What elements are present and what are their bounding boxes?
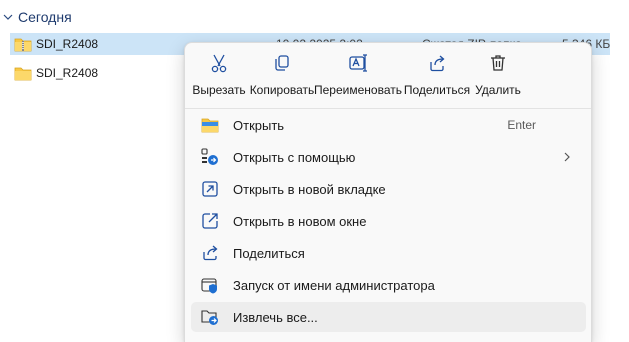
share-icon [200, 243, 220, 263]
menu-item-label: Открыть [233, 117, 285, 133]
menu-item-label: Поделиться [233, 245, 305, 261]
menu-item-label: Открыть в новом окне [233, 213, 367, 229]
new-tab-icon [200, 179, 220, 199]
zip-folder-icon [14, 36, 32, 52]
chevron-down-icon[interactable] [2, 11, 14, 23]
rename-label: Переименовать [314, 83, 402, 97]
copy-icon [272, 51, 292, 75]
context-menu: Вырезать Копировать Переименовать Подели… [184, 42, 592, 342]
rename-button[interactable]: Переименовать [313, 49, 403, 99]
delete-label: Удалить [475, 83, 521, 97]
folder-icon [14, 65, 32, 81]
new-window-icon [200, 211, 220, 231]
admin-shield-icon [200, 275, 220, 295]
chevron-right-icon [562, 151, 572, 166]
rename-icon [348, 51, 368, 75]
delete-button[interactable]: Удалить [471, 49, 525, 99]
open-with-icon [200, 147, 220, 167]
scissors-icon [209, 51, 229, 75]
menu-item-open-new-window[interactable]: Открыть в новом окне [191, 206, 586, 236]
menu-item-run-as-admin[interactable]: Запуск от имени администратора [191, 270, 586, 300]
toolbar-divider [185, 108, 591, 109]
cut-button[interactable]: Вырезать [189, 49, 249, 99]
share-label: Поделиться [403, 83, 471, 97]
menu-item-label: Извлечь все... [233, 309, 318, 325]
copy-button[interactable]: Копировать [247, 49, 317, 99]
group-header-today[interactable]: Сегодня [2, 7, 72, 27]
shortcut-text: Enter [507, 118, 536, 132]
menu-item-label: Открыть в новой вкладке [233, 181, 386, 197]
context-menu-toolbar: Вырезать Копировать Переименовать Подели… [185, 43, 591, 101]
folder-open-icon [200, 115, 220, 135]
menu-item-extract-all[interactable]: Извлечь все... [191, 302, 586, 332]
menu-item-open[interactable]: Открыть Enter [191, 110, 586, 140]
cut-label: Вырезать [192, 83, 246, 97]
share-icon [427, 51, 447, 75]
menu-item-open-new-tab[interactable]: Открыть в новой вкладке [191, 174, 586, 204]
file-name: SDI_R2408 [36, 66, 99, 80]
file-name: SDI_R2408 [36, 37, 99, 51]
trash-icon [488, 51, 508, 75]
menu-item-share[interactable]: Поделиться [191, 238, 586, 268]
group-label: Сегодня [18, 9, 72, 25]
extract-all-icon [200, 307, 220, 327]
share-button[interactable]: Поделиться [402, 49, 472, 99]
menu-item-open-with[interactable]: Открыть с помощью [191, 142, 586, 172]
copy-label: Копировать [249, 83, 315, 97]
menu-item-label: Запуск от имени администратора [233, 277, 435, 293]
menu-item-label: Открыть с помощью [233, 149, 356, 165]
